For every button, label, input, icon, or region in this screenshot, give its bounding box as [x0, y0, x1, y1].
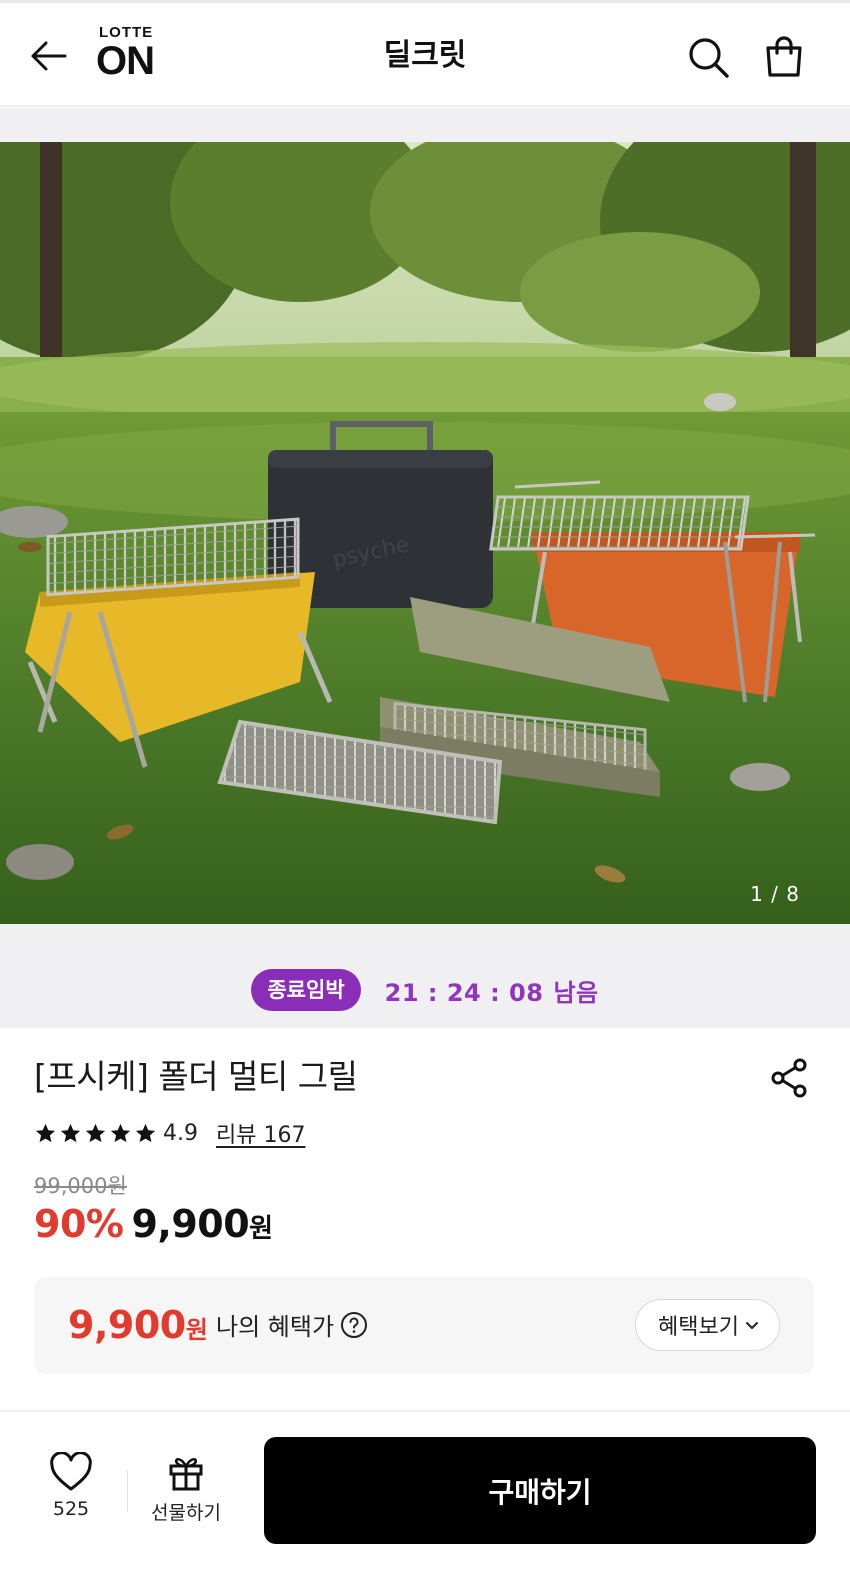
heart-icon [50, 1452, 92, 1491]
benefit-price-unit: 원 [185, 1316, 208, 1344]
deal-timer-remain: 남음 [553, 978, 599, 1007]
gift-label: 선물하기 [151, 1502, 221, 1524]
benefit-label: 나의 혜택가 [216, 1307, 368, 1342]
buy-button[interactable]: 구매하기 [264, 1437, 816, 1544]
gift-button[interactable]: 선물하기 [144, 1452, 228, 1532]
help-icon[interactable] [340, 1311, 368, 1339]
shopping-bag-icon [766, 36, 802, 77]
image-counter-separator: / [763, 882, 787, 906]
image-counter-total: 8 [786, 882, 800, 906]
review-count-link[interactable]: 리뷰 167 [216, 1117, 305, 1149]
price-row: 90% 9,900 원 [34, 1202, 273, 1246]
star-icon [35, 1123, 56, 1142]
lotte-on-logo[interactable]: LOTTE ON [96, 25, 168, 85]
rating-stars [34, 1122, 157, 1145]
search-button[interactable] [686, 35, 732, 81]
product-photo: psyche [0, 142, 850, 924]
back-arrow-icon [31, 41, 67, 71]
sale-price-unit: 원 [249, 1214, 274, 1244]
back-button[interactable] [26, 33, 72, 79]
chevron-down-icon [746, 1322, 758, 1329]
star-icon [135, 1123, 156, 1142]
deal-countdown-bar: 종료임박 21 : 24 : 08 남음 [0, 952, 850, 1028]
view-benefits-button[interactable]: 혜택보기 [635, 1299, 780, 1351]
search-icon [689, 38, 729, 78]
sale-price: 9,900 [131, 1202, 250, 1246]
product-image-carousel[interactable]: psyche [0, 142, 850, 924]
like-count: 525 [52, 1498, 90, 1520]
ending-soon-badge: 종료임박 [251, 969, 361, 1011]
view-benefits-label: 혜택보기 [658, 1315, 739, 1340]
like-button[interactable]: 525 [38, 1452, 104, 1532]
gift-icon [169, 1457, 203, 1491]
benefit-label-text: 나의 혜택가 [216, 1313, 335, 1341]
page-title: 딜크릿 [383, 38, 467, 73]
benefit-price: 9,900원 [68, 1303, 208, 1347]
benefit-price-value: 9,900 [68, 1303, 186, 1347]
product-title: [프시케] 폴더 멀티 그릴 [34, 1057, 358, 1096]
logo-bottom-text: ON [96, 39, 155, 83]
share-icon [771, 1058, 807, 1098]
star-icon [110, 1123, 131, 1142]
image-counter-current: 1 [750, 882, 764, 906]
app-header: LOTTE ON 딜크릿 [0, 3, 850, 107]
cart-button[interactable] [760, 33, 808, 81]
bottom-bar-divider [0, 1410, 850, 1412]
deal-timer-value: 21 : 24 : 08 [384, 978, 544, 1007]
deal-timer: 21 : 24 : 08 남음 [385, 973, 599, 1008]
rating-score: 4.9 [163, 1120, 198, 1146]
image-counter: 1 / 8 [750, 882, 800, 906]
share-button[interactable] [768, 1056, 812, 1100]
discount-rate: 90% [34, 1202, 124, 1246]
original-price: 99,000원 [34, 1174, 127, 1198]
rating-row: 4.9 리뷰 167 [34, 1116, 305, 1150]
star-icon [60, 1123, 81, 1142]
bottom-bar-separator [127, 1470, 128, 1512]
star-icon [85, 1123, 106, 1142]
my-benefit-box: 9,900원 나의 혜택가 혜택보기 [34, 1277, 814, 1374]
